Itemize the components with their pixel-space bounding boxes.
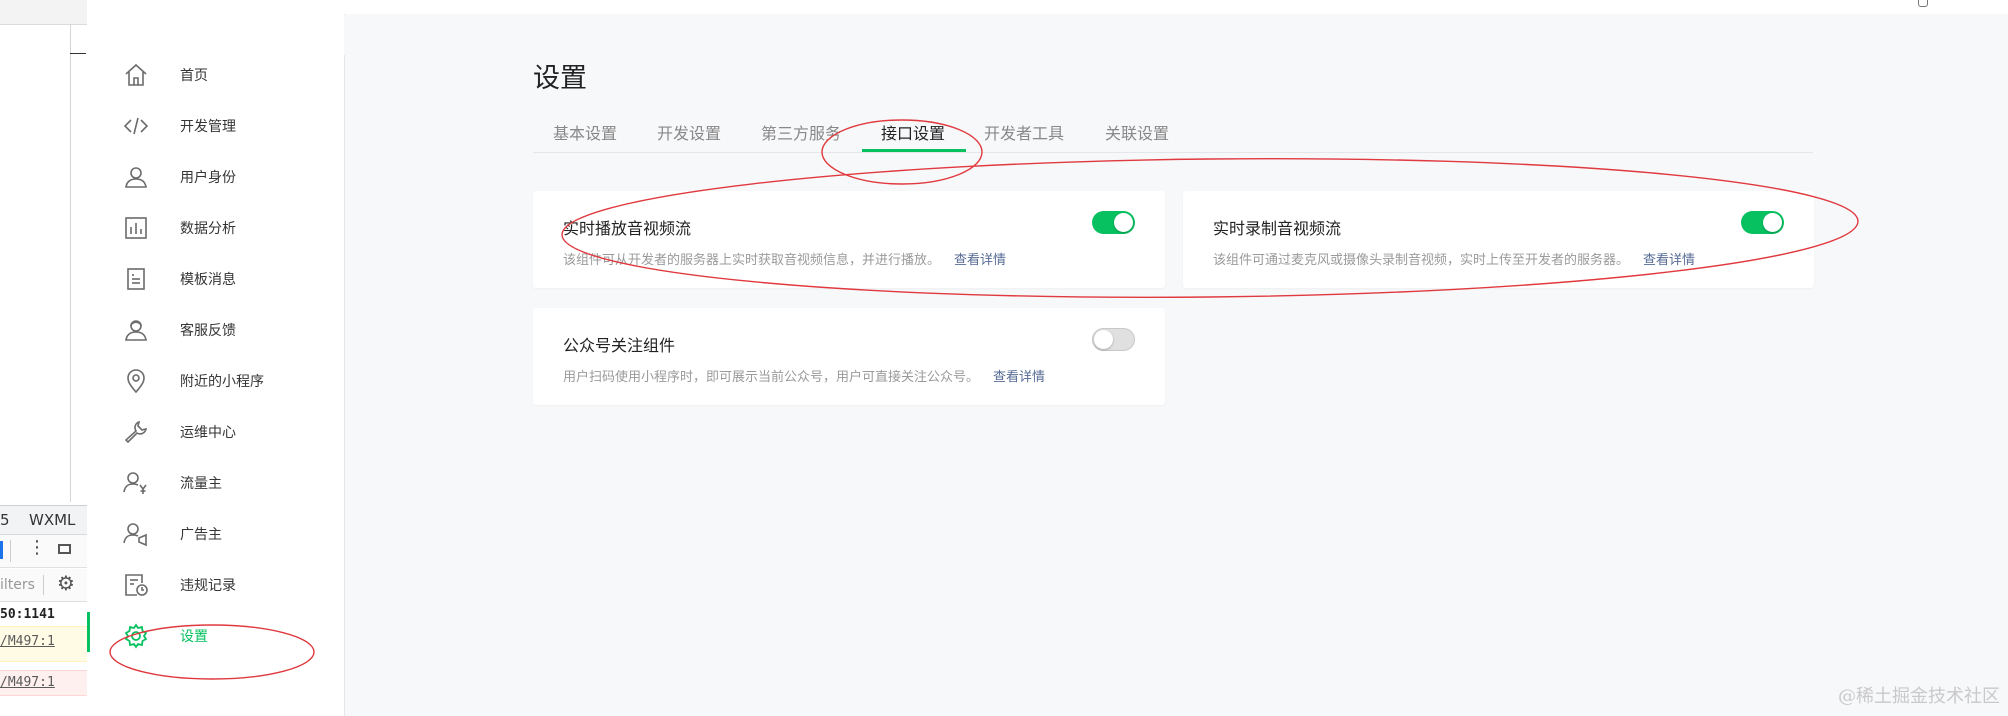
more-vertical-icon[interactable]: ⋮	[28, 537, 46, 558]
devtools-toolbar: ⋮	[0, 535, 87, 568]
settings-tabs: 基本设置 开发设置 第三方服务 接口设置 开发者工具 关联设置	[533, 112, 1813, 153]
card-description-text: 该组件可从开发者的服务器上实时获取音视频信息，并进行播放。	[563, 253, 941, 268]
location-pin-icon	[123, 368, 149, 394]
devtools-selection-marker	[0, 541, 3, 559]
sidebar-item-nearby-miniprogram[interactable]: 附近的小程序	[87, 360, 344, 402]
feature-card-live-player: 实时播放音视频流 该组件可从开发者的服务器上实时获取音视频信息，并进行播放。 查看…	[533, 191, 1165, 288]
watermark: @稀土掘金技术社区	[1838, 686, 2000, 707]
sidebar-item-label: 广告主	[180, 527, 222, 543]
sidebar-item-dev-management[interactable]: 开发管理	[87, 105, 344, 147]
devtools-separator	[10, 540, 11, 562]
sidebar-item-label: 附近的小程序	[180, 374, 264, 390]
document-icon	[123, 266, 149, 292]
tab-dev-tools[interactable]: 开发者工具	[984, 120, 1064, 144]
sidebar-item-label: 开发管理	[180, 119, 236, 135]
sidebar-item-settings[interactable]: 设置	[87, 612, 344, 657]
sidebar-item-label: 流量主	[180, 476, 222, 492]
toggle-knob	[1763, 213, 1782, 232]
sidebar-item-label: 客服反馈	[180, 323, 236, 339]
sidebar-item-template-message[interactable]: 模板消息	[87, 258, 344, 300]
sidebar-item-label: 设置	[180, 629, 208, 645]
sidebar-item-user-identity[interactable]: 用户身份	[87, 156, 344, 198]
tab-third-party[interactable]: 第三方服务	[761, 120, 841, 144]
card-title: 实时录制音视频流	[1213, 219, 1342, 238]
devtools-filter-row: ilters ⚙	[0, 569, 87, 602]
scroll-marker-icon	[1918, 0, 1928, 7]
live-pusher-toggle[interactable]	[1741, 211, 1784, 234]
devtools-tab-bar: 5 WXML	[0, 505, 87, 535]
feature-card-official-account: 公众号关注组件 用户扫码使用小程序时，即可展示当前公众号，用户可直接关注公众号。…	[533, 308, 1165, 405]
sidebar-item-violation-record[interactable]: 违规记录	[87, 564, 344, 606]
console-log-link[interactable]: /M497:1	[0, 626, 87, 662]
devtools-panel: 5 WXML ⋮ ilters ⚙ 50:1141 /M497:1 /M497:…	[0, 0, 87, 716]
page-title: 设置	[533, 63, 587, 94]
sidebar-item-data-analysis[interactable]: 数据分析	[87, 207, 344, 249]
toggle-knob	[1114, 213, 1133, 232]
sidebar-item-home[interactable]: 首页	[87, 54, 344, 96]
card-title: 实时播放音视频流	[563, 219, 692, 238]
console-log-link[interactable]: /M497:1	[0, 670, 87, 696]
customer-service-icon	[123, 317, 149, 343]
record-clock-icon	[123, 572, 149, 598]
sidebar-item-traffic-master[interactable]: 流量主	[87, 462, 344, 504]
card-description: 用户扫码使用小程序时，即可展示当前公众号，用户可直接关注公众号。 查看详情	[563, 366, 1045, 385]
tab-interface-settings[interactable]: 接口设置	[881, 120, 945, 144]
filter-input[interactable]: ilters	[0, 577, 35, 593]
card-title: 公众号关注组件	[563, 336, 676, 355]
sidebar-item-advertiser[interactable]: 广告主	[87, 513, 344, 555]
sidebar-item-ops-center[interactable]: 运维中心	[87, 411, 344, 453]
sidebar-item-label: 数据分析	[180, 221, 236, 237]
sidebar-item-label: 用户身份	[180, 170, 236, 186]
sidebar-item-label: 模板消息	[180, 272, 236, 288]
toggle-knob	[1094, 330, 1113, 349]
devtools-top-bar	[0, 0, 87, 25]
undock-icon[interactable]	[58, 544, 71, 554]
sidebar-item-label: 首页	[180, 68, 208, 84]
user-yen-icon	[123, 470, 149, 496]
sidebar-item-label: 违规记录	[180, 578, 236, 594]
tab-dev-settings[interactable]: 开发设置	[657, 120, 721, 144]
sidebar-item-label: 运维中心	[180, 425, 236, 441]
official-account-toggle[interactable]	[1092, 328, 1135, 351]
devtools-tab-wxml[interactable]: WXML	[29, 511, 75, 529]
live-player-toggle[interactable]	[1092, 211, 1135, 234]
view-details-link[interactable]: 查看详情	[1643, 253, 1695, 268]
bar-chart-icon	[123, 215, 149, 241]
sidebar-item-customer-feedback[interactable]: 客服反馈	[87, 309, 344, 351]
devtools-marker	[70, 53, 86, 54]
code-icon	[123, 113, 149, 139]
view-details-link[interactable]: 查看详情	[993, 370, 1045, 385]
devtools-tab-partial[interactable]: 5	[0, 511, 10, 529]
feature-card-live-pusher: 实时录制音视频流 该组件可通过麦克风或摄像头录制音视频，实时上传至开发者的服务器…	[1183, 191, 1814, 288]
devtools-divider	[70, 24, 71, 502]
card-description-text: 用户扫码使用小程序时，即可展示当前公众号，用户可直接关注公众号。	[563, 370, 980, 385]
devtools-separator	[43, 575, 44, 595]
user-icon	[123, 164, 149, 190]
home-icon	[123, 62, 149, 88]
settings-gear-icon[interactable]: ⚙	[57, 571, 75, 595]
top-strip	[87, 0, 2008, 15]
tab-basic-settings[interactable]: 基本设置	[553, 120, 617, 144]
active-tab-indicator	[862, 149, 966, 152]
card-description-text: 该组件可通过麦克风或摄像头录制音视频，实时上传至开发者的服务器。	[1213, 253, 1630, 268]
wrench-icon	[123, 419, 149, 445]
console-log-line: 50:1141	[0, 607, 55, 622]
tab-association-settings[interactable]: 关联设置	[1105, 120, 1169, 144]
user-megaphone-icon	[123, 521, 149, 547]
card-description: 该组件可从开发者的服务器上实时获取音视频信息，并进行播放。 查看详情	[563, 249, 1006, 268]
card-description: 该组件可通过麦克风或摄像头录制音视频，实时上传至开发者的服务器。 查看详情	[1213, 249, 1695, 268]
view-details-link[interactable]: 查看详情	[954, 253, 1006, 268]
gear-icon	[123, 623, 149, 649]
